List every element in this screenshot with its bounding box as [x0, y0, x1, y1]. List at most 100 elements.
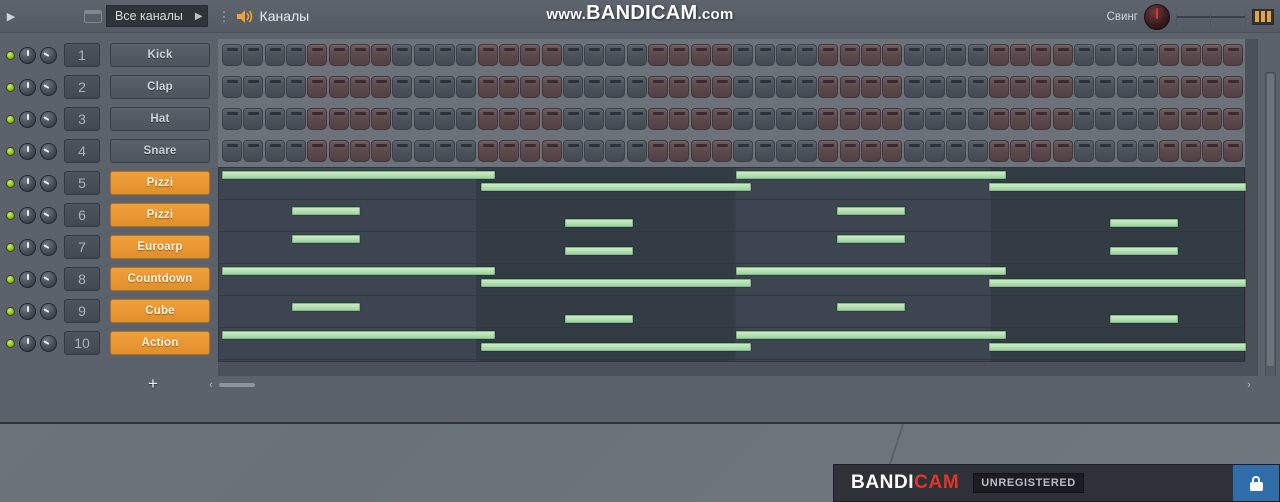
step-button[interactable] — [1052, 76, 1073, 98]
step-button[interactable] — [456, 140, 477, 162]
step-button[interactable] — [861, 76, 881, 98]
step-button[interactable] — [392, 76, 413, 98]
step-button[interactable] — [1159, 44, 1180, 66]
step-button[interactable] — [349, 108, 370, 130]
step-button[interactable] — [328, 108, 349, 130]
step-button[interactable] — [967, 108, 988, 130]
step-button[interactable] — [1074, 140, 1094, 162]
step-button[interactable] — [861, 44, 881, 66]
step-button[interactable] — [1223, 76, 1244, 98]
step-button[interactable] — [924, 140, 945, 162]
note-clip[interactable] — [292, 207, 360, 215]
step-button[interactable] — [1010, 76, 1031, 98]
note-clip[interactable] — [1110, 247, 1178, 255]
step-button[interactable] — [797, 140, 818, 162]
step-button[interactable] — [222, 140, 242, 162]
step-button[interactable] — [1137, 44, 1158, 66]
step-button[interactable] — [371, 44, 392, 66]
step-button[interactable] — [605, 108, 626, 130]
step-button[interactable] — [669, 108, 690, 130]
note-clip[interactable] — [837, 207, 905, 215]
channel-name-button[interactable]: Kick — [110, 43, 210, 67]
step-button[interactable] — [498, 140, 519, 162]
note-clip[interactable] — [292, 303, 360, 311]
step-button[interactable] — [243, 44, 264, 66]
step-button[interactable] — [1116, 44, 1137, 66]
channel-name-button[interactable]: Pizzi — [110, 203, 210, 227]
step-button[interactable] — [392, 140, 413, 162]
step-button[interactable] — [946, 76, 967, 98]
vertical-scrollbar[interactable] — [1265, 72, 1276, 412]
note-clip[interactable] — [736, 331, 1006, 339]
step-button[interactable] — [349, 140, 370, 162]
step-button[interactable] — [754, 108, 775, 130]
step-button[interactable] — [711, 76, 732, 98]
step-button[interactable] — [967, 140, 988, 162]
channel-volume-knob[interactable] — [19, 302, 36, 320]
step-button[interactable] — [1031, 108, 1052, 130]
step-button[interactable] — [733, 140, 754, 162]
horizontal-scrollbar[interactable]: ‹ › — [205, 378, 1255, 392]
channel-number[interactable]: 5 — [64, 171, 100, 195]
step-button[interactable] — [988, 108, 1009, 130]
step-button[interactable] — [392, 44, 413, 66]
channel-led[interactable] — [6, 146, 15, 156]
step-button[interactable] — [839, 140, 860, 162]
step-button[interactable] — [711, 140, 732, 162]
step-button[interactable] — [967, 76, 988, 98]
scroll-left-icon[interactable]: ‹ — [205, 379, 217, 391]
step-button[interactable] — [839, 108, 860, 130]
step-button[interactable] — [903, 44, 924, 66]
step-button[interactable] — [605, 44, 626, 66]
channel-led[interactable] — [6, 274, 15, 284]
pattern-menu-icon[interactable] — [1252, 8, 1274, 25]
step-button[interactable] — [1116, 140, 1137, 162]
step-button[interactable] — [1095, 108, 1116, 130]
channel-name-button[interactable]: Euroarp — [110, 235, 210, 259]
step-button[interactable] — [1180, 140, 1201, 162]
step-button[interactable] — [711, 108, 732, 130]
channel-name-button[interactable]: Pizzi — [110, 171, 210, 195]
step-button[interactable] — [754, 76, 775, 98]
step-button[interactable] — [648, 140, 668, 162]
step-button[interactable] — [413, 76, 434, 98]
step-button[interactable] — [435, 44, 455, 66]
channel-pan-knob[interactable] — [40, 206, 57, 224]
step-button[interactable] — [754, 44, 775, 66]
channel-pan-knob[interactable] — [40, 334, 57, 352]
channel-pan-knob[interactable] — [40, 302, 57, 320]
step-button[interactable] — [818, 108, 839, 130]
step-button[interactable] — [1010, 140, 1031, 162]
step-button[interactable] — [626, 76, 647, 98]
step-button[interactable] — [988, 140, 1009, 162]
step-button[interactable] — [562, 140, 583, 162]
step-button[interactable] — [988, 76, 1009, 98]
step-button[interactable] — [541, 44, 562, 66]
step-button[interactable] — [946, 140, 967, 162]
step-button[interactable] — [584, 140, 605, 162]
step-button[interactable] — [456, 76, 477, 98]
step-button[interactable] — [328, 44, 349, 66]
step-button[interactable] — [690, 140, 711, 162]
note-clip[interactable] — [837, 303, 905, 311]
step-button[interactable] — [1095, 76, 1116, 98]
step-button[interactable] — [1201, 76, 1222, 98]
channel-pan-knob[interactable] — [40, 110, 57, 128]
note-clip[interactable] — [565, 247, 633, 255]
step-button[interactable] — [1180, 76, 1201, 98]
step-button[interactable] — [1223, 108, 1244, 130]
step-button[interactable] — [1223, 44, 1244, 66]
step-button[interactable] — [626, 44, 647, 66]
step-button[interactable] — [1137, 76, 1158, 98]
step-button[interactable] — [775, 108, 796, 130]
step-button[interactable] — [903, 108, 924, 130]
step-button[interactable] — [264, 140, 285, 162]
lock-button[interactable] — [1233, 465, 1279, 501]
channel-name-button[interactable]: Snare — [110, 139, 210, 163]
step-button[interactable] — [946, 44, 967, 66]
step-button[interactable] — [562, 76, 583, 98]
step-button[interactable] — [648, 76, 668, 98]
note-clip[interactable] — [481, 343, 751, 351]
step-button[interactable] — [1031, 76, 1052, 98]
step-button[interactable] — [1180, 44, 1201, 66]
